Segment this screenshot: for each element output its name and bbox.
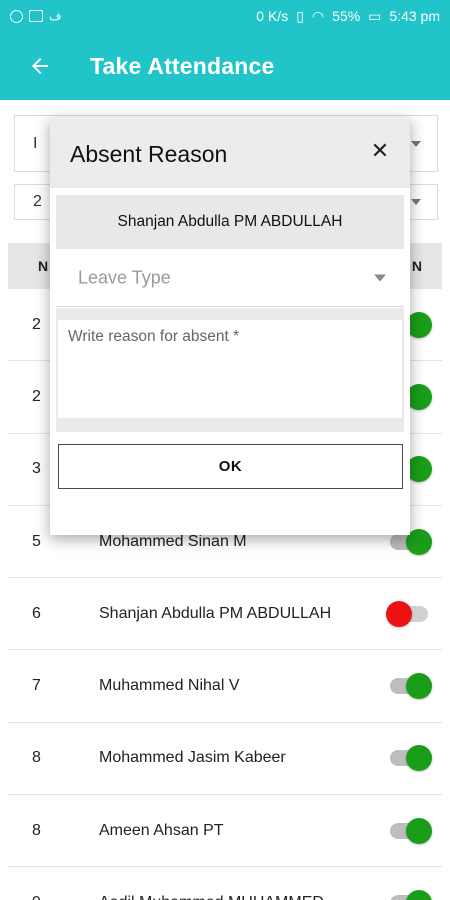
- table-row: 9 Aadil Muhammed MUHAMMED: [8, 867, 442, 900]
- chevron-down-icon: [374, 274, 386, 281]
- row-number: 8: [32, 749, 41, 767]
- wifi-icon: ◠: [311, 7, 325, 24]
- attendance-toggle[interactable]: [390, 890, 432, 900]
- period-select-value: 2: [33, 193, 42, 210]
- battery-icon: ▭: [368, 7, 382, 24]
- notification-icon: [29, 10, 43, 22]
- dialog-header: Absent Reason ✕: [50, 117, 410, 188]
- table-row: 6 Shanjan Abdulla PM ABDULLAH: [8, 578, 442, 651]
- row-number: 7: [32, 677, 41, 695]
- app-screen: ف 0 K/s ▯ ◠ 55% ▭ 5:43 pm Take Attendanc…: [0, 0, 450, 900]
- system-status: 0 K/s ▯ ◠ 55% ▭ 5:43 pm: [256, 8, 440, 25]
- table-row: 8 Ameen Ahsan PT: [8, 795, 442, 868]
- row-number: 8: [32, 821, 41, 839]
- attendance-toggle[interactable]: [390, 817, 432, 844]
- row-number: 5: [32, 532, 41, 550]
- app-toolbar: Take Attendance: [0, 32, 450, 100]
- ok-button[interactable]: OK: [58, 444, 403, 489]
- chevron-down-icon: [411, 199, 421, 205]
- student-name: Shanjan Abdulla PM ABDULLAH: [56, 195, 404, 249]
- row-number: 6: [32, 604, 41, 622]
- attendance-toggle[interactable]: [386, 600, 428, 627]
- whatsapp-icon: [10, 9, 23, 23]
- column-header-no: N: [38, 258, 49, 274]
- table-row: 8 Mohammed Jasim Kabeer: [8, 723, 442, 796]
- toggle-knob: [406, 673, 432, 700]
- class-select-value: I: [33, 134, 38, 152]
- row-number: 9: [32, 894, 41, 900]
- row-number: 2: [32, 315, 41, 333]
- battery-level: 55%: [332, 8, 361, 24]
- dialog-title: Absent Reason: [70, 141, 228, 167]
- reason-input[interactable]: [58, 320, 402, 418]
- malayalam-icon: ف: [49, 9, 62, 23]
- chevron-down-icon: [411, 140, 421, 147]
- student-name: Ameen Ahsan PT: [99, 821, 224, 839]
- row-number: 3: [32, 460, 41, 478]
- student-name: Muhammed Nihal V: [99, 677, 240, 695]
- network-speed: 0 K/s: [256, 8, 289, 24]
- status-bar: ف 0 K/s ▯ ◠ 55% ▭ 5:43 pm: [0, 0, 450, 32]
- close-icon[interactable]: ✕: [368, 138, 392, 163]
- vibrate-icon: ▯: [296, 7, 304, 24]
- reason-container: [56, 308, 404, 432]
- page-title: Take Attendance: [90, 52, 275, 79]
- notification-icons: ف: [10, 9, 61, 23]
- student-name: Aadil Muhammed MUHAMMED: [99, 894, 324, 900]
- leave-type-select[interactable]: Leave Type: [56, 249, 404, 307]
- student-name: Shanjan Abdulla PM ABDULLAH: [99, 604, 332, 622]
- toggle-knob: [406, 890, 432, 900]
- leave-type-placeholder: Leave Type: [78, 267, 171, 287]
- student-name: Mohammed Jasim Kabeer: [99, 749, 286, 767]
- absent-reason-dialog: Absent Reason ✕ Shanjan Abdulla PM ABDUL…: [50, 117, 410, 535]
- table-row: 7 Muhammed Nihal V: [8, 650, 442, 723]
- student-name: Mohammed Sinan M: [99, 532, 247, 550]
- row-number: 2: [32, 387, 41, 405]
- attendance-toggle[interactable]: [390, 673, 432, 700]
- toggle-knob: [406, 817, 432, 844]
- attendance-toggle[interactable]: [390, 745, 432, 772]
- toggle-knob: [406, 745, 432, 772]
- clock: 5:43 pm: [389, 8, 440, 24]
- arrow-left-icon[interactable]: [24, 50, 56, 82]
- column-header-attendance: N: [411, 258, 422, 274]
- attendance-toggle[interactable]: [390, 528, 432, 555]
- toggle-knob: [386, 600, 412, 627]
